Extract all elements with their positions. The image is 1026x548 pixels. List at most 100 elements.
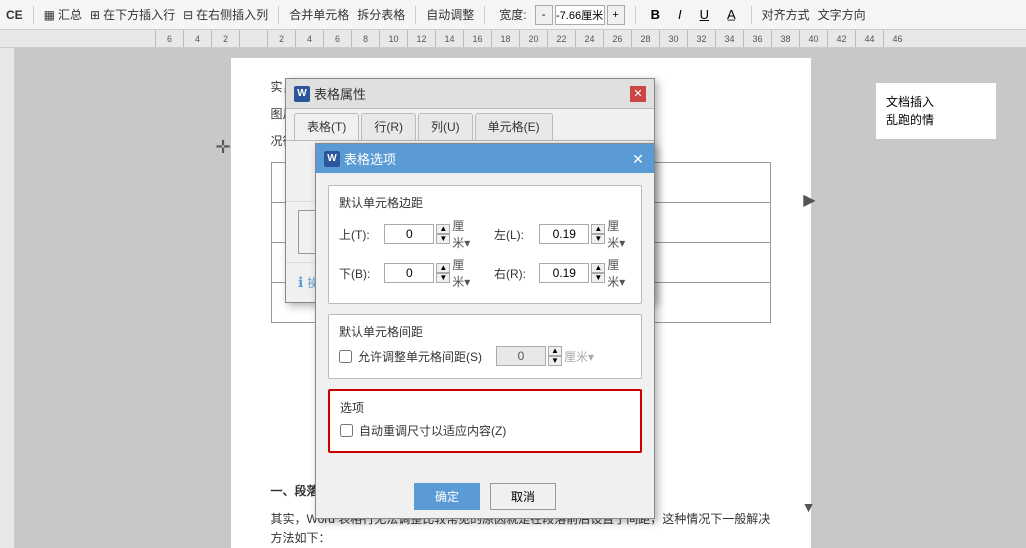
width-control[interactable]: - +	[535, 5, 625, 25]
table-props-close-btn[interactable]: ✕	[630, 86, 646, 102]
ruler-42: 42	[827, 30, 855, 48]
dialog-overlay: W 表格属性 ✕ 表格(T) 行(R) 列(U) 单元格(E) 边框和底纹(B)…	[15, 48, 1026, 548]
tab-col[interactable]: 列(U)	[418, 113, 473, 140]
table-options-titlebar[interactable]: W 表格选项 ✕	[316, 144, 654, 173]
bottom-spin-up[interactable]: ▲	[436, 263, 450, 273]
left-spin-up[interactable]: ▲	[591, 224, 605, 234]
merge-label: 合并单元格	[289, 6, 349, 23]
toolbar-align[interactable]: 对齐方式	[762, 6, 810, 23]
top-label: 上(T):	[339, 226, 378, 243]
width-minus-btn[interactable]: -	[535, 5, 553, 25]
left-value-input[interactable]	[539, 224, 589, 244]
right-unit[interactable]: 厘米▾	[607, 256, 631, 290]
bottom-spin-down[interactable]: ▼	[436, 273, 450, 283]
width-plus-btn[interactable]: +	[607, 5, 625, 25]
top-spin-up[interactable]: ▲	[436, 224, 450, 234]
spacing-value-input[interactable]	[496, 346, 546, 366]
width-label: 宽度:	[499, 6, 526, 23]
ruler: 6 4 2 2 4 6 8 10 12 14 16 18 20 22 24 26…	[0, 30, 1026, 48]
right-spin-up[interactable]: ▲	[591, 263, 605, 273]
separator-5	[635, 6, 636, 24]
text-dir-label: 文字方向	[818, 6, 866, 23]
right-label: 右(R):	[494, 265, 533, 282]
left-input-group: ▲ ▼ 厘米▾	[539, 217, 631, 251]
font-color-btn[interactable]: A̲	[722, 4, 741, 25]
tip-icon: ℹ	[298, 274, 303, 291]
ruler-20: 20	[519, 30, 547, 48]
summary-label: 汇总	[58, 6, 82, 23]
ruler-24: 24	[575, 30, 603, 48]
toolbar-insert-col[interactable]: ⊟ 在右侧插入列	[183, 6, 268, 23]
bottom-unit[interactable]: 厘米▾	[452, 256, 476, 290]
auto-resize-checkbox[interactable]	[340, 424, 353, 437]
width-input[interactable]	[555, 5, 605, 25]
toolbar-merge[interactable]: 合并单元格	[289, 6, 349, 23]
bottom-value-input[interactable]	[384, 263, 434, 283]
left-spin-down[interactable]: ▼	[591, 234, 605, 244]
left-unit[interactable]: 厘米▾	[607, 217, 631, 251]
ruler-46: 46	[883, 30, 911, 48]
table-options-body: 默认单元格边距 上(T): ▲ ▼ 厘米▾ 左(L	[316, 173, 654, 475]
ruler-44: 44	[855, 30, 883, 48]
ruler-2r: 2	[267, 30, 295, 48]
ruler-30: 30	[659, 30, 687, 48]
align-label: 对齐方式	[762, 6, 810, 23]
cell-spacing-section: 默认单元格间距 允许调整单元格间距(S) ▲ ▼ 厘米▾	[328, 314, 642, 379]
separator-4	[484, 6, 485, 24]
ruler-marks: 6 4 2 2 4 6 8 10 12 14 16 18 20 22 24 26…	[155, 30, 911, 48]
right-spin-down[interactable]: ▼	[591, 273, 605, 283]
tab-cell[interactable]: 单元格(E)	[475, 113, 553, 140]
toolbar-logo: CE	[6, 8, 23, 22]
insert-col-label: 在右侧插入列	[196, 6, 268, 23]
separator-1	[33, 6, 34, 24]
insert-row-label: 在下方插入行	[103, 6, 175, 23]
ruler-14: 14	[435, 30, 463, 48]
bottom-input-group: ▲ ▼ 厘米▾	[384, 256, 476, 290]
bold-btn[interactable]: B	[646, 4, 665, 25]
bottom-label: 下(B):	[339, 265, 378, 282]
table-options-title: W 表格选项	[324, 149, 396, 168]
tab-table[interactable]: 表格(T)	[294, 113, 359, 140]
ruler-2: 2	[211, 30, 239, 48]
ruler-32: 32	[687, 30, 715, 48]
options-section: 选项 自动重调尺寸以适应内容(Z)	[328, 389, 642, 453]
ruler-34: 34	[715, 30, 743, 48]
spacing-spin-up[interactable]: ▲	[548, 346, 562, 356]
toolbar-auto-adjust[interactable]: 自动调整	[426, 6, 474, 23]
table-options-close-btn[interactable]: ✕	[630, 151, 646, 167]
italic-btn[interactable]: I	[673, 4, 687, 25]
ruler-16: 16	[463, 30, 491, 48]
cell-margin-title: 默认单元格边距	[339, 194, 631, 211]
bottom-margin-row: 下(B): ▲ ▼ 厘米▾ 右(R):	[339, 256, 631, 290]
allow-spacing-checkbox[interactable]	[339, 350, 352, 363]
top-value-input[interactable]	[384, 224, 434, 244]
table-props-tabs: 表格(T) 行(R) 列(U) 单元格(E)	[286, 109, 654, 141]
tab-row[interactable]: 行(R)	[361, 113, 416, 140]
table-options-ok-btn[interactable]: 确定	[414, 483, 480, 510]
right-value-input[interactable]	[539, 263, 589, 283]
toolbar-insert-row[interactable]: ⊞ 在下方插入行	[90, 6, 175, 23]
right-input-group: ▲ ▼ 厘米▾	[539, 256, 631, 290]
spacing-spin-down[interactable]: ▼	[548, 356, 562, 366]
ruler-36: 36	[743, 30, 771, 48]
top-spin-down[interactable]: ▼	[436, 234, 450, 244]
left-spinners: ▲ ▼	[591, 224, 605, 244]
underline-btn[interactable]: U	[695, 4, 714, 25]
auto-adjust-label: 自动调整	[426, 6, 474, 23]
cell-margin-section: 默认单元格边距 上(T): ▲ ▼ 厘米▾ 左(L	[328, 185, 642, 304]
ruler-4: 4	[183, 30, 211, 48]
top-unit[interactable]: 厘米▾	[452, 217, 476, 251]
spacing-spinners: ▲ ▼	[548, 346, 562, 366]
ruler-0	[239, 30, 267, 48]
spacing-unit[interactable]: 厘米▾	[564, 348, 594, 365]
table-options-buttons: 确定 取消	[316, 475, 654, 518]
table-options-cancel-btn[interactable]: 取消	[490, 483, 556, 510]
top-margin-row: 上(T): ▲ ▼ 厘米▾ 左(L):	[339, 217, 631, 251]
ruler-18: 18	[491, 30, 519, 48]
auto-resize-row: 自动重调尺寸以适应内容(Z)	[340, 422, 630, 439]
toolbar-summary[interactable]: ▦ 汇总	[44, 6, 82, 23]
toolbar-text-dir[interactable]: 文字方向	[818, 6, 866, 23]
table-props-titlebar[interactable]: W 表格属性 ✕	[286, 79, 654, 109]
word-logo: W	[294, 86, 310, 102]
toolbar-split[interactable]: 拆分表格	[357, 6, 405, 23]
